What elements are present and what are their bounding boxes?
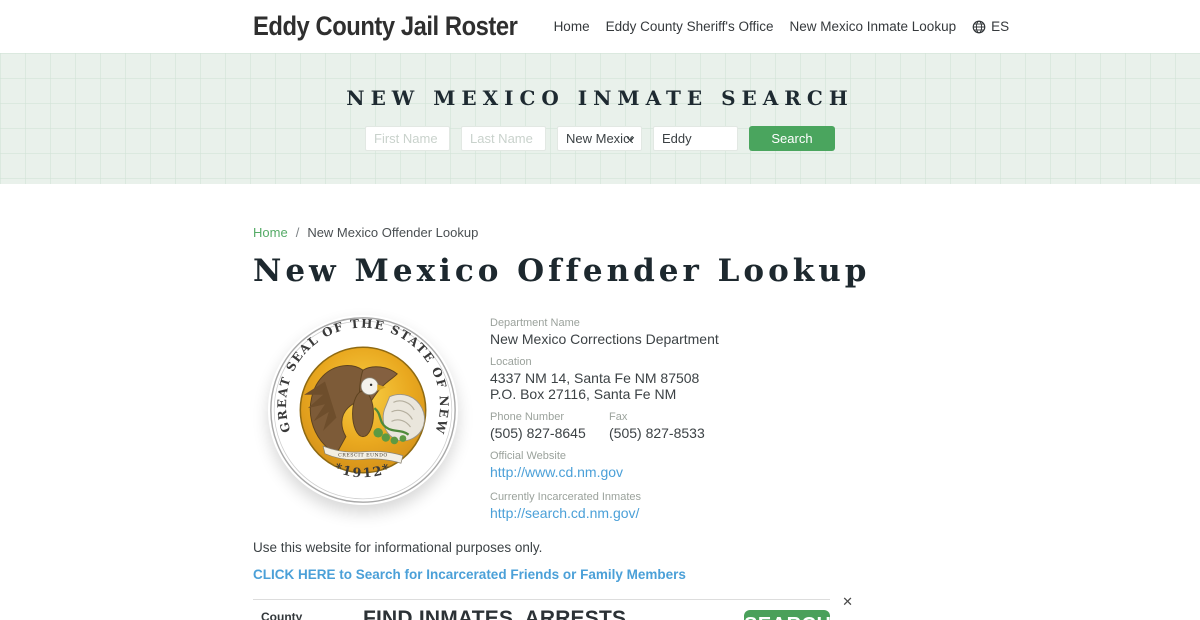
department-details: Department Name New Mexico Corrections D… <box>490 315 910 532</box>
breadcrumb: Home / New Mexico Offender Lookup <box>253 225 947 240</box>
detail-value: 4337 NM 14, Santa Fe NM 87508 P.O. Box 2… <box>490 370 700 403</box>
state-select[interactable]: New Mexico <box>557 126 642 151</box>
language-switcher[interactable]: ES <box>972 19 1009 34</box>
hero-search-banner: NEW MEXICO INMATE SEARCH New Mexico Sear… <box>0 53 1200 184</box>
nav-inmate-lookup[interactable]: New Mexico Inmate Lookup <box>790 19 957 34</box>
cta-search-link[interactable]: CLICK HERE to Search for Incarcerated Fr… <box>253 567 686 582</box>
ad-headline: FIND INMATES, ARRESTS WARRANTS & RECORDS <box>363 604 744 620</box>
breadcrumb-home-link[interactable]: Home <box>253 225 288 240</box>
detail-value: (505) 827-8533 <box>609 425 705 442</box>
breadcrumb-separator: / <box>295 225 300 240</box>
detail-inmates: Currently Incarcerated Inmates http://se… <box>490 491 910 523</box>
nav-home[interactable]: Home <box>554 19 590 34</box>
site-title: Eddy County Jail Roster <box>253 11 518 41</box>
state-select-wrap: New Mexico <box>557 126 642 151</box>
informational-note: Use this website for informational purpo… <box>253 540 543 556</box>
phone-fax-row: Phone Number (505) 827-8645 Fax (505) 82… <box>490 411 910 450</box>
first-name-input[interactable] <box>365 126 450 151</box>
page-title: New Mexico Offender Lookup <box>253 253 871 289</box>
county-column-header: County <box>253 604 353 620</box>
detail-label: Currently Incarcerated Inmates <box>490 491 642 504</box>
ad-search-button[interactable]: SEARCH <box>744 610 831 620</box>
county-table: County Bernalillo County Inmate Search <box>253 604 353 620</box>
official-website-link[interactable]: http://www.cd.nm.gov <box>490 464 623 480</box>
detail-department: Department Name New Mexico Corrections D… <box>490 317 910 347</box>
detail-label: Official Website <box>490 450 567 463</box>
breadcrumb-current: New Mexico Offender Lookup <box>307 225 479 240</box>
seal-motto-text: CRESCIT EUNDO <box>338 453 388 459</box>
detail-value: (505) 827-8645 <box>490 425 586 442</box>
new-mexico-state-seal-image: GREAT SEAL OF THE STATE OF NEW MEXICO *1… <box>261 304 458 505</box>
close-icon[interactable]: ✕ <box>842 595 853 608</box>
main-content: Home / New Mexico Offender Lookup New Me… <box>253 225 947 620</box>
detail-phone: Phone Number (505) 827-8645 <box>490 411 609 441</box>
detail-label: Phone Number <box>490 411 564 424</box>
inmate-search-form: New Mexico Search <box>365 126 835 151</box>
detail-value: New Mexico Corrections Department <box>490 331 719 347</box>
last-name-input[interactable] <box>461 126 546 151</box>
county-input[interactable] <box>653 126 738 151</box>
language-label: ES <box>991 19 1010 34</box>
incarcerated-inmates-link[interactable]: http://search.cd.nm.gov/ <box>490 505 639 521</box>
detail-label: Fax <box>609 411 628 424</box>
detail-label: Location <box>490 356 532 369</box>
hero-search-button[interactable]: Search <box>749 126 835 151</box>
main-nav: Home Eddy County Sheriff's Office New Me… <box>554 19 1010 34</box>
detail-website: Official Website http://www.cd.nm.gov <box>490 450 910 482</box>
nav-sheriff-office[interactable]: Eddy County Sheriff's Office <box>606 19 774 34</box>
site-header: Eddy County Jail Roster Home Eddy County… <box>0 0 1200 53</box>
detail-location: Location 4337 NM 14, Santa Fe NM 87508 P… <box>490 356 910 402</box>
detail-label: Department Name <box>490 317 580 329</box>
hero-title: NEW MEXICO INMATE SEARCH <box>346 86 854 110</box>
bottom-ad-bar: ✕ County Bernalillo County Inmate Search… <box>253 595 853 620</box>
globe-icon <box>972 20 986 33</box>
detail-fax: Fax (505) 827-8533 <box>609 411 728 441</box>
ad-headline-line1: FIND INMATES, ARRESTS <box>363 607 627 620</box>
content-row: GREAT SEAL OF THE STATE OF NEW MEXICO *1… <box>253 304 947 532</box>
